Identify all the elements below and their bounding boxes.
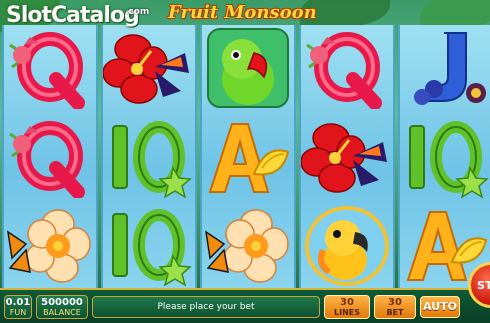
symbol-number-10	[103, 202, 195, 288]
lines-box[interactable]: 30 LINES	[324, 294, 370, 319]
site-logo-suffix: .com	[125, 7, 150, 17]
game-title: Fruit Monsoon	[168, 2, 317, 23]
reel-3	[200, 25, 296, 288]
reel-2	[101, 25, 197, 288]
symbol-letter-q	[4, 25, 96, 111]
coin-value: 0.01	[5, 296, 31, 308]
lines-label: LINES	[334, 307, 360, 317]
bet-value: 30	[388, 296, 402, 308]
bet-label: BET	[386, 307, 404, 317]
balance-box: 500000 BALANCE	[36, 294, 88, 319]
reel-4	[299, 25, 395, 288]
symbol-flower-orange	[202, 202, 294, 288]
balance-value: 500000	[41, 296, 83, 308]
symbol-number-10	[103, 114, 195, 200]
site-logo: SlotCatalog	[6, 3, 140, 28]
symbol-parrot-green	[202, 25, 294, 111]
symbol-parrot-yellow	[301, 202, 393, 288]
symbol-letter-q	[4, 114, 96, 200]
symbol-flower-red	[103, 25, 195, 111]
coin-label: FUN	[9, 307, 27, 317]
auto-button[interactable]: AUTO	[420, 295, 460, 318]
symbol-number-10	[400, 114, 490, 200]
bet-box[interactable]: 30 BET	[374, 294, 416, 319]
symbol-letter-j	[400, 25, 490, 111]
symbol-flower-orange	[4, 202, 96, 288]
symbol-letter-a	[202, 114, 294, 200]
symbol-flower-red	[301, 114, 393, 200]
coin-value-box[interactable]: 0.01 FUN	[4, 294, 32, 319]
reel-5	[398, 25, 490, 288]
balance-label: BALANCE	[43, 307, 81, 317]
lines-value: 30	[340, 296, 354, 308]
status-message: Please place your bet	[92, 295, 320, 318]
bottom-control-bar: 0.01 FUN 500000 BALANCE Please place you…	[0, 288, 490, 323]
reels-area	[0, 25, 490, 288]
game-screen: SlotCatalog .com Fruit Monsoon 0.01 FUN …	[0, 0, 490, 323]
symbol-letter-q	[301, 25, 393, 111]
reel-1	[2, 25, 98, 288]
